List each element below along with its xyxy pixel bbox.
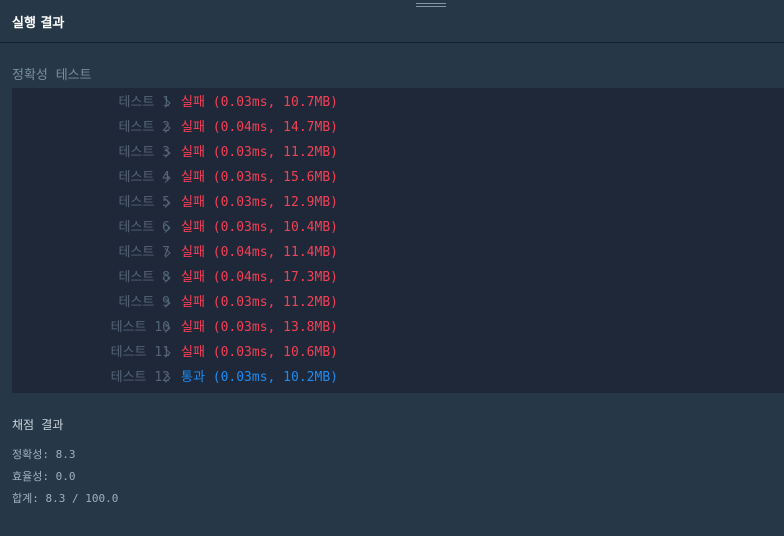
test-row: 테스트 8 실패 (0.04ms, 17.3MB) (12, 265, 784, 290)
chevron-right-icon (164, 298, 171, 308)
score-title: 채점 결과 (12, 418, 64, 432)
test-row: 테스트 2 실패 (0.04ms, 14.7MB) (12, 115, 784, 140)
test-row: 테스트 11 실패 (0.03ms, 10.6MB) (12, 340, 784, 365)
test-label: 테스트 10 (110, 320, 170, 335)
test-label: 테스트 11 (110, 345, 170, 360)
test-row: 테스트 4 실패 (0.03ms, 15.6MB) (12, 165, 784, 190)
chevron-right-icon (164, 148, 171, 158)
test-label: 테스트 3 (118, 145, 170, 160)
test-row: 테스트 1 실패 (0.03ms, 10.7MB) (12, 90, 784, 115)
header-title: 실행 결과 (12, 16, 65, 31)
test-status: 실패 (0.03ms, 12.9MB) (181, 195, 338, 210)
test-row: 테스트 10 실패 (0.03ms, 13.8MB) (12, 315, 784, 340)
test-status: 실패 (0.03ms, 11.2MB) (181, 295, 338, 310)
test-status: 실패 (0.03ms, 11.2MB) (181, 145, 338, 160)
chevron-right-icon (164, 248, 171, 258)
test-label: 테스트 1 (118, 95, 170, 110)
test-status: 실패 (0.04ms, 11.4MB) (181, 245, 338, 260)
test-results-panel: 테스트 1 실패 (0.03ms, 10.7MB) 테스트 2 실패 (0.04ms,… (12, 88, 784, 393)
chevron-right-icon (164, 373, 171, 383)
drag-handle-icon[interactable] (416, 3, 446, 9)
chevron-right-icon (164, 98, 171, 108)
test-label: 테스트 4 (118, 170, 170, 185)
test-label: 테스트 12 (110, 370, 170, 385)
test-label: 테스트 7 (118, 245, 170, 260)
test-row: 테스트 9 실패 (0.03ms, 11.2MB) (12, 290, 784, 315)
score-total: 합계: 8.3 / 100.0 (12, 492, 119, 505)
chevron-right-icon (164, 198, 171, 208)
test-status: 실패 (0.03ms, 15.6MB) (181, 170, 338, 185)
test-status: 실패 (0.03ms, 10.4MB) (181, 220, 338, 235)
test-row: 테스트 7 실패 (0.04ms, 11.4MB) (12, 240, 784, 265)
chevron-right-icon (164, 348, 171, 358)
test-row: 테스트 6 실패 (0.03ms, 10.4MB) (12, 215, 784, 240)
accuracy-section-title: 정확성 테스트 (12, 68, 92, 83)
test-status: 통과 (0.03ms, 10.2MB) (181, 370, 338, 385)
chevron-right-icon (164, 223, 171, 233)
test-label: 테스트 8 (118, 270, 170, 285)
score-efficiency: 효율성: 0.0 (12, 470, 76, 483)
test-status: 실패 (0.04ms, 17.3MB) (181, 270, 338, 285)
test-label: 테스트 9 (118, 295, 170, 310)
chevron-right-icon (164, 173, 171, 183)
test-status: 실패 (0.03ms, 10.7MB) (181, 95, 338, 110)
test-status: 실패 (0.04ms, 14.7MB) (181, 120, 338, 135)
test-label: 테스트 2 (118, 120, 170, 135)
test-label: 테스트 5 (118, 195, 170, 210)
result-header: 실행 결과 (0, 0, 784, 43)
test-status: 실패 (0.03ms, 13.8MB) (181, 320, 338, 335)
test-label: 테스트 6 (118, 220, 170, 235)
chevron-right-icon (164, 273, 171, 283)
test-row: 테스트 12 통과 (0.03ms, 10.2MB) (12, 365, 784, 390)
score-accuracy: 정확성: 8.3 (12, 448, 76, 461)
chevron-right-icon (164, 123, 171, 133)
test-row: 테스트 5 실패 (0.03ms, 12.9MB) (12, 190, 784, 215)
chevron-right-icon (164, 323, 171, 333)
test-row: 테스트 3 실패 (0.03ms, 11.2MB) (12, 140, 784, 165)
test-status: 실패 (0.03ms, 10.6MB) (181, 345, 338, 360)
